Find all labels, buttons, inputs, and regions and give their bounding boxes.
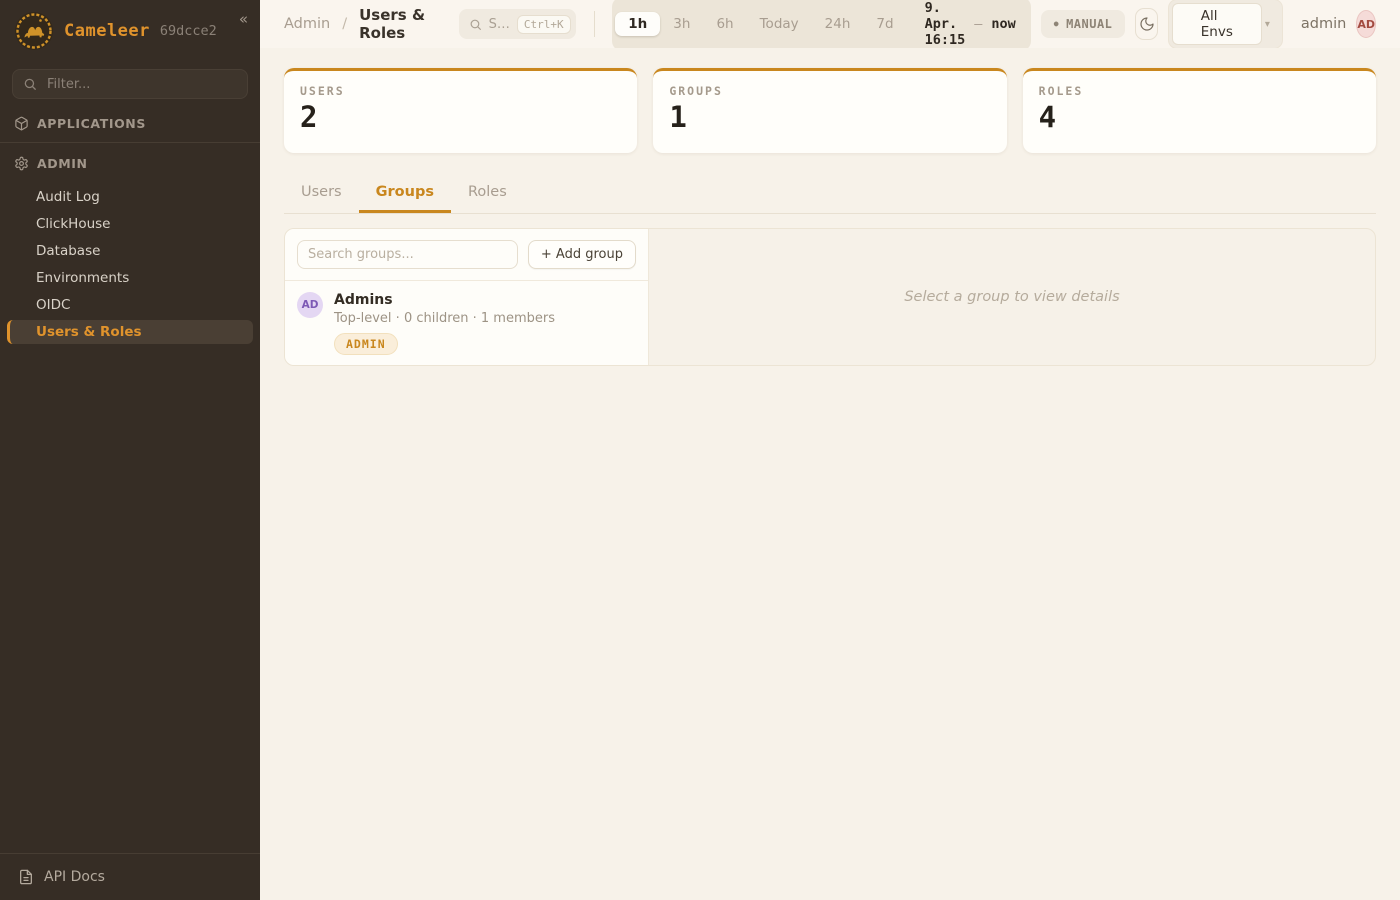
document-icon xyxy=(18,869,34,885)
global-search-placeholder: S… xyxy=(489,17,510,32)
api-docs-label: API Docs xyxy=(44,869,105,885)
groups-toolbar: + Add group xyxy=(285,229,648,281)
api-docs-link[interactable]: API Docs xyxy=(0,853,260,900)
brand-row: Cameleer 69dcce2 « xyxy=(0,0,260,59)
stat-card-groups: GROUPS 1 xyxy=(653,68,1006,153)
time-range-control: 1h 3h 6h Today 24h 7d 9. Apr. 16:15 — no… xyxy=(612,0,1030,51)
stat-value: 2 xyxy=(300,103,621,132)
stat-card-roles: ROLES 4 xyxy=(1023,68,1376,153)
gear-icon xyxy=(14,156,29,171)
group-search-input[interactable] xyxy=(297,240,518,269)
sidebar-section-applications[interactable]: APPLICATIONS xyxy=(0,105,260,140)
tab-roles[interactable]: Roles xyxy=(451,176,524,213)
time-range-24h[interactable]: 24h xyxy=(812,12,864,36)
sidebar-item-users-roles[interactable]: Users & Roles xyxy=(7,320,253,344)
topbar: Admin / Users & Roles S… Ctrl+K 1h 3h 6h… xyxy=(260,0,1400,48)
sidebar-filter[interactable] xyxy=(12,69,248,99)
stat-value: 1 xyxy=(669,103,990,132)
env-selector-value: All Envs xyxy=(1172,3,1262,45)
time-range-6h[interactable]: 6h xyxy=(703,12,746,36)
tab-groups[interactable]: Groups xyxy=(359,176,451,213)
page-title: Users & Roles xyxy=(359,6,438,42)
sidebar-item-database[interactable]: Database xyxy=(7,239,253,263)
empty-state-text: Select a group to view details xyxy=(904,289,1119,305)
topbar-divider xyxy=(594,11,595,37)
refresh-mode-label: MANUAL xyxy=(1066,17,1112,31)
time-range-3h[interactable]: 3h xyxy=(660,12,703,36)
username-label: admin xyxy=(1301,16,1346,32)
time-range-separator: — xyxy=(974,16,982,32)
global-search[interactable]: S… Ctrl+K xyxy=(459,9,576,39)
sidebar-item-audit-log[interactable]: Audit Log xyxy=(7,185,253,209)
admin-nav: Audit Log ClickHouse Database Environmen… xyxy=(0,180,260,349)
groups-list-pane: + Add group AD Admins Top-level · 0 chil… xyxy=(285,229,649,365)
time-range-today[interactable]: Today xyxy=(747,12,812,36)
search-icon xyxy=(23,77,37,91)
time-range-from: 9. Apr. 16:15 xyxy=(925,0,966,48)
group-list-item[interactable]: AD Admins Top-level · 0 children · 1 mem… xyxy=(285,281,648,366)
groups-panel: + Add group AD Admins Top-level · 0 chil… xyxy=(284,228,1376,366)
time-range-1h[interactable]: 1h xyxy=(615,12,660,36)
brand-name: Cameleer xyxy=(64,21,150,41)
tab-users[interactable]: Users xyxy=(284,176,359,213)
status-dot-icon: ● xyxy=(1054,20,1059,28)
stat-label: ROLES xyxy=(1039,84,1360,98)
package-icon xyxy=(14,116,29,131)
time-range-7d[interactable]: 7d xyxy=(863,12,906,36)
sidebar-filter-input[interactable] xyxy=(45,76,237,93)
env-selector[interactable]: All Envs ▾ xyxy=(1168,0,1283,49)
user-avatar[interactable]: AD xyxy=(1356,10,1376,38)
stat-value: 4 xyxy=(1039,103,1360,132)
group-item-body: Admins Top-level · 0 children · 1 member… xyxy=(334,292,555,355)
group-name: Admins xyxy=(334,292,555,308)
breadcrumb-separator: / xyxy=(342,16,347,32)
admin-label: ADMIN xyxy=(37,156,88,171)
sidebar-section-admin[interactable]: ADMIN xyxy=(0,145,260,180)
sidebar: Cameleer 69dcce2 « APPLICATIONS ADMIN xyxy=(0,0,260,900)
group-role-badge: ADMIN xyxy=(334,333,398,355)
time-range-custom[interactable]: 9. Apr. 16:15 — now xyxy=(907,0,1028,48)
group-avatar: AD xyxy=(297,292,323,318)
group-meta: Top-level · 0 children · 1 members xyxy=(334,311,555,326)
main-content: USERS 2 GROUPS 1 ROLES 4 Users Groups Ro… xyxy=(260,48,1400,900)
sidebar-divider xyxy=(0,142,260,143)
group-detail-pane: Select a group to view details xyxy=(649,229,1375,365)
chevron-down-icon: ▾ xyxy=(1262,19,1279,30)
time-range-to: now xyxy=(991,16,1015,32)
stats-row: USERS 2 GROUPS 1 ROLES 4 xyxy=(284,68,1376,153)
sidebar-item-environments[interactable]: Environments xyxy=(7,266,253,290)
sidebar-item-oidc[interactable]: OIDC xyxy=(7,293,253,317)
sidebar-collapse-icon[interactable]: « xyxy=(239,10,248,28)
add-group-button[interactable]: + Add group xyxy=(528,240,636,269)
app-logo-icon xyxy=(14,11,54,51)
moon-icon xyxy=(1139,16,1155,32)
tab-bar: Users Groups Roles xyxy=(284,176,1376,214)
content-column: Admin / Users & Roles S… Ctrl+K 1h 3h 6h… xyxy=(260,0,1400,900)
stat-label: GROUPS xyxy=(669,84,990,98)
search-icon xyxy=(469,18,482,31)
theme-toggle-button[interactable] xyxy=(1135,8,1157,40)
search-shortcut-badge: Ctrl+K xyxy=(517,15,571,34)
build-id: 69dcce2 xyxy=(160,23,217,39)
refresh-mode-button[interactable]: ● MANUAL xyxy=(1041,10,1126,38)
breadcrumb-parent[interactable]: Admin xyxy=(284,16,330,32)
sidebar-item-clickhouse[interactable]: ClickHouse xyxy=(7,212,253,236)
applications-label: APPLICATIONS xyxy=(37,116,146,131)
stat-label: USERS xyxy=(300,84,621,98)
stat-card-users: USERS 2 xyxy=(284,68,637,153)
